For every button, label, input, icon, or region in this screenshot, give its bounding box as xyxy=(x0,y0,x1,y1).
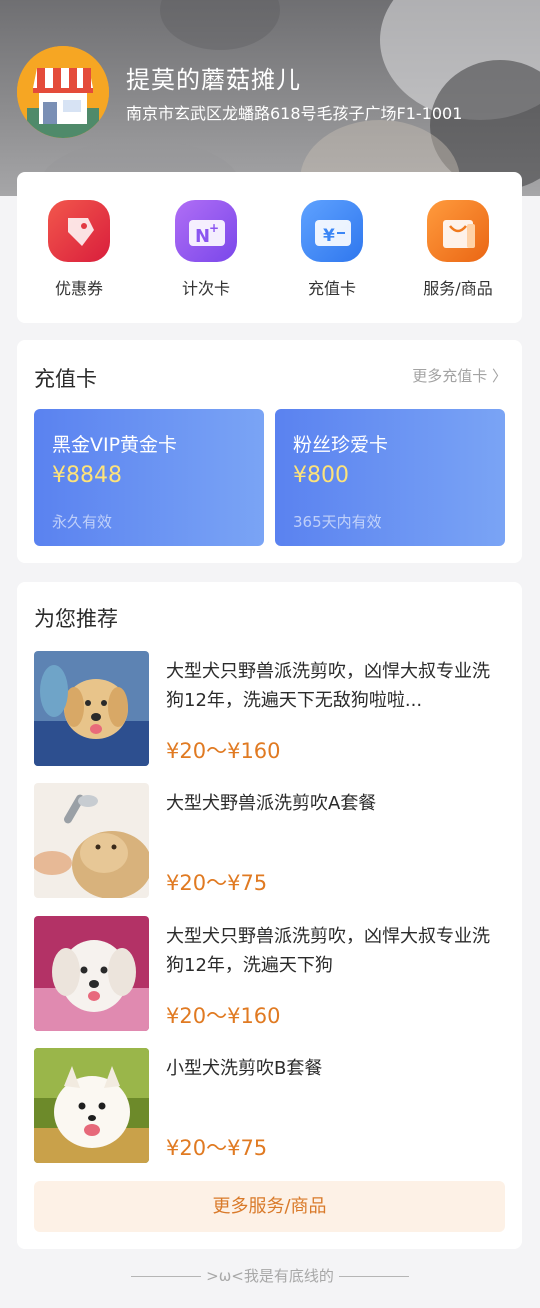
end-of-list-note: >ω<我是有底线的 xyxy=(0,1265,540,1286)
recharge-card[interactable]: 粉丝珍爱卡 ¥800 365天内有效 xyxy=(275,409,505,546)
storefront-icon xyxy=(17,46,109,138)
item-title: 大型犬只野兽派洗剪吹，凶悍大叔专业洗狗12年，洗遍天下无敌狗啦啦... xyxy=(166,661,490,711)
menu-item-services-goods[interactable]: 服务/商品 xyxy=(403,200,513,310)
list-item[interactable]: 大型犬只野兽派洗剪吹，凶悍大叔专业洗狗12年，洗遍天下无敌狗啦啦... ¥20～… xyxy=(34,651,506,767)
item-title: 大型犬只野兽派洗剪吹，凶悍大叔专业洗狗12年，洗遍天下狗 xyxy=(166,926,490,976)
card-name: 粉丝珍爱卡 xyxy=(293,434,389,456)
item-price: ¥20～¥160 xyxy=(166,739,281,763)
more-recharge-cards-link[interactable]: 更多充值卡 〉 xyxy=(412,365,507,386)
white-fluffy-dog-photo xyxy=(34,916,149,1031)
item-title: 大型犬野兽派洗剪吹A套餐 xyxy=(166,793,377,814)
card-validity: 365天内有效 xyxy=(293,513,382,531)
menu-label: 服务/商品 xyxy=(423,279,493,298)
divider xyxy=(131,1276,202,1277)
recommend-section: 为您推荐 大型犬只野兽派洗剪吹，凶悍大叔专业洗狗12年，洗遍天下无敌狗啦啦...… xyxy=(17,582,522,1249)
dog-bath-photo xyxy=(34,783,149,898)
shop-name: 提莫的蘑菇摊儿 xyxy=(126,66,301,94)
list-item[interactable]: 大型犬野兽派洗剪吹A套餐 ¥20～¥75 xyxy=(34,783,506,899)
coupon-icon xyxy=(48,200,110,262)
svg-text:+: + xyxy=(209,221,219,235)
card-price: ¥800 xyxy=(293,463,349,488)
card-validity: 永久有效 xyxy=(52,513,113,531)
item-price: ¥20～¥160 xyxy=(166,1004,281,1028)
list-item[interactable]: 小型犬洗剪吹B套餐 ¥20～¥75 xyxy=(34,1048,506,1164)
item-title: 小型犬洗剪吹B套餐 xyxy=(166,1058,323,1079)
count-card-icon: N + xyxy=(175,200,237,262)
quick-menu: 优惠券 N + 计次卡 ¥ 充值卡 服务/商品 xyxy=(17,172,522,323)
pomeranian-photo xyxy=(34,1048,149,1163)
background-cat-photo-part xyxy=(160,0,280,50)
svg-text:N: N xyxy=(195,226,210,247)
golden-retriever-photo xyxy=(34,651,149,766)
shop-avatar xyxy=(17,46,109,138)
svg-text:¥: ¥ xyxy=(323,226,335,246)
section-title: 为您推荐 xyxy=(34,607,118,631)
recharge-card-section: 充值卡 更多充值卡 〉 黑金VIP黄金卡 ¥8848 永久有效 粉丝珍爱卡 ¥8… xyxy=(17,340,522,563)
shop-header: 提莫的蘑菇摊儿 南京市玄武区龙蟠路618号毛孩子广场F1-1001 xyxy=(0,0,540,196)
card-price: ¥8848 xyxy=(52,463,122,488)
end-note-text: >ω<我是有底线的 xyxy=(206,1267,334,1285)
item-price: ¥20～¥75 xyxy=(166,871,268,895)
list-item[interactable]: 大型犬只野兽派洗剪吹，凶悍大叔专业洗狗12年，洗遍天下狗 ¥20～¥160 xyxy=(34,916,506,1032)
item-price: ¥20～¥75 xyxy=(166,1136,268,1160)
menu-item-coupon[interactable]: 优惠券 xyxy=(24,200,134,310)
shop-address: 南京市玄武区龙蟠路618号毛孩子广场F1-1001 xyxy=(126,104,463,123)
menu-label: 优惠券 xyxy=(54,279,103,298)
menu-item-recharge-card[interactable]: ¥ 充值卡 xyxy=(277,200,387,310)
menu-label: 计次卡 xyxy=(181,279,230,298)
section-title: 充值卡 xyxy=(34,367,97,391)
divider xyxy=(338,1276,409,1277)
recharge-card[interactable]: 黑金VIP黄金卡 ¥8848 永久有效 xyxy=(34,409,264,546)
shopping-bag-icon xyxy=(427,200,489,262)
menu-label: 充值卡 xyxy=(307,279,356,298)
card-name: 黑金VIP黄金卡 xyxy=(52,434,178,456)
more-services-button[interactable]: 更多服务/商品 xyxy=(34,1181,505,1232)
menu-item-count-card[interactable]: N + 计次卡 xyxy=(151,200,261,310)
recharge-card-icon: ¥ xyxy=(301,200,363,262)
